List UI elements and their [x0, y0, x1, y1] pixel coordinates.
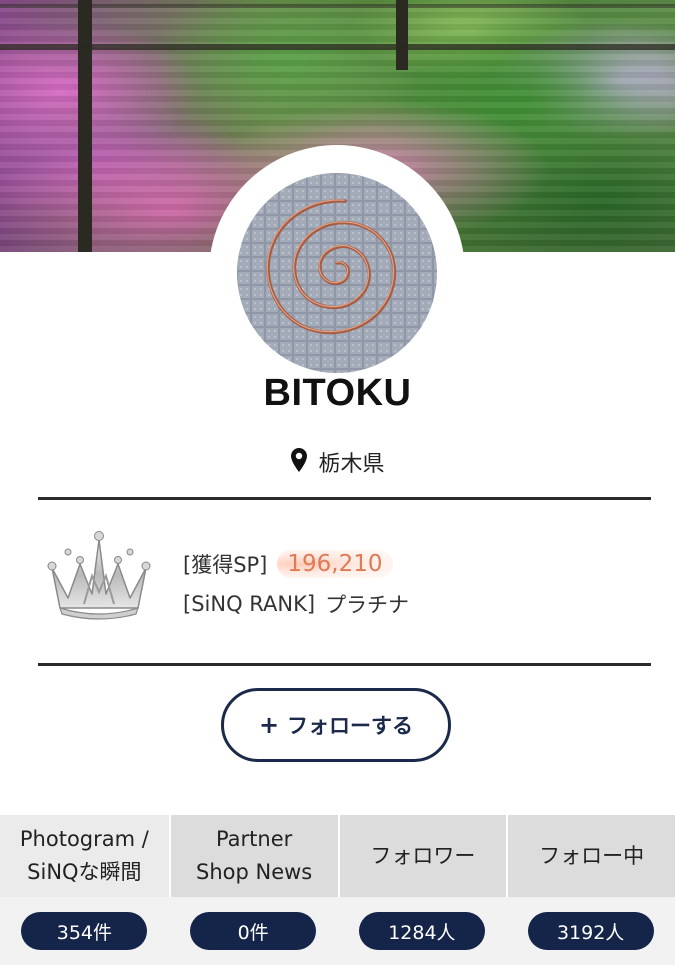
sp-line: [獲得SP] 196,210	[183, 547, 393, 581]
cover-frame-rail	[0, 44, 675, 50]
map-pin-icon	[290, 447, 308, 477]
count-badge-followers[interactable]: 1284人	[358, 912, 485, 950]
tab-partner-shop-news[interactable]: Partner Shop News	[168, 815, 338, 897]
profile-page: BITOKU 栃木県 [獲得SP] 196,210 [SiNQ RANK] プラ…	[0, 0, 675, 965]
rank-value: プラチナ	[325, 593, 410, 617]
count-cell: 0件	[169, 897, 338, 965]
follow-button-label: フォローする	[287, 714, 414, 738]
follow-button[interactable]: + フォローする	[221, 688, 451, 762]
count-badge-following[interactable]: 3192人	[527, 912, 654, 950]
count-cell: 1284人	[338, 897, 507, 965]
divider-bottom	[38, 663, 651, 666]
sp-label: [獲得SP]	[183, 553, 268, 577]
count-cell: 3192人	[506, 897, 675, 965]
cover-frame-post	[78, 0, 92, 252]
tab-followers[interactable]: フォロワー	[337, 815, 507, 897]
avatar[interactable]	[237, 173, 437, 373]
tab-label: Shop News	[196, 860, 313, 884]
divider-top	[38, 497, 651, 500]
stat-counts: 354件 0件 1284人 3192人	[0, 897, 675, 965]
tab-photogram[interactable]: Photogram / SiNQな瞬間	[0, 815, 169, 897]
user-name: BITOKU	[263, 372, 412, 414]
plus-icon: +	[258, 711, 280, 739]
sp-value: 196,210	[277, 550, 393, 578]
cover-frame-post	[396, 0, 408, 70]
tab-label: Photogram /	[19, 827, 149, 851]
count-cell: 354件	[0, 897, 169, 965]
stat-tabs: Photogram / SiNQな瞬間 Partner Shop News フォ…	[0, 815, 675, 897]
tab-label: フォロワー	[370, 843, 476, 868]
location: 栃木県	[0, 446, 675, 478]
count-badge-photogram[interactable]: 354件	[21, 912, 148, 950]
crown-icon	[40, 528, 158, 620]
tab-label: フォロー中	[539, 843, 645, 868]
cover-frame-rail	[0, 4, 675, 8]
rank-label: [SiNQ RANK]	[183, 592, 316, 616]
tab-label: SiNQな瞬間	[27, 860, 142, 884]
tab-label: Partner	[215, 827, 293, 851]
location-text: 栃木県	[318, 452, 385, 477]
count-badge-partner-shop-news[interactable]: 0件	[190, 912, 317, 950]
tab-following[interactable]: フォロー中	[506, 815, 675, 897]
rank-line: [SiNQ RANK] プラチナ	[183, 587, 409, 621]
